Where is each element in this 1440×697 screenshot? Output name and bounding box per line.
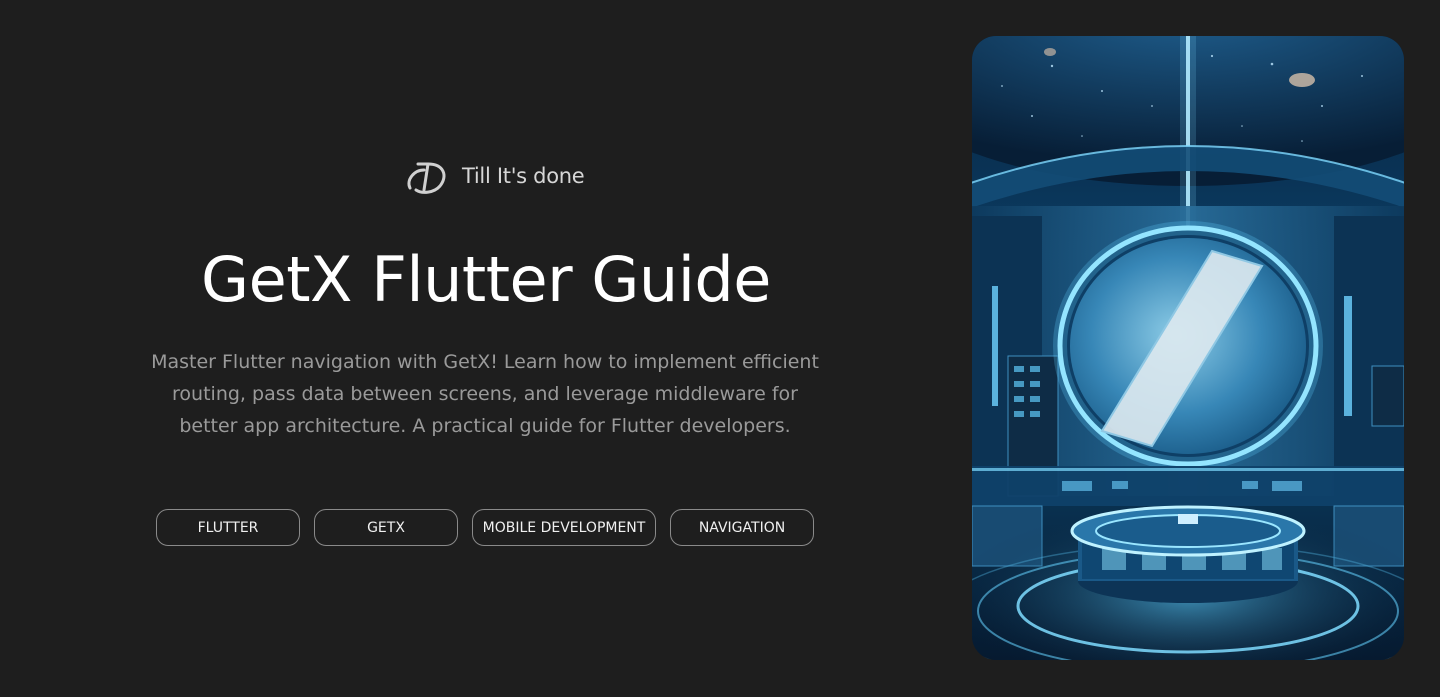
header-text-column: Till It's done GetX Flutter Guide Master…: [0, 0, 972, 697]
brand-logo-icon: [407, 162, 446, 194]
post-description: Master Flutter navigation with GetX! Lea…: [151, 351, 819, 437]
page-title: GetX Flutter Guide: [0, 240, 972, 320]
tag-mobile-development[interactable]: MOBILE DEVELOPMENT: [472, 509, 656, 546]
page-title-text: GetX Flutter Guide: [201, 243, 771, 316]
tag-getx[interactable]: GETX: [314, 509, 458, 546]
brand-name: Till It's done: [462, 164, 585, 188]
tag-flutter[interactable]: FLUTTER: [156, 509, 300, 546]
tag-navigation[interactable]: NAVIGATION: [670, 509, 814, 546]
sci-fi-chamber-illustration: [972, 36, 1404, 660]
tag-list: FLUTTER GETX MOBILE DEVELOPMENT NAVIGATI…: [156, 509, 814, 546]
cover-image: [972, 36, 1404, 660]
brand[interactable]: Till It's done: [404, 156, 585, 196]
blog-post-header: Till It's done GetX Flutter Guide Master…: [0, 0, 1440, 697]
